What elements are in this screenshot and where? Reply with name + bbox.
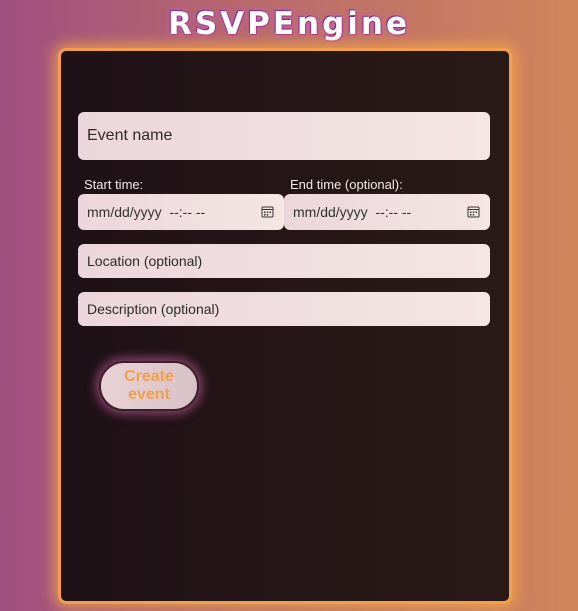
calendar-icon[interactable]: [261, 205, 274, 218]
calendar-icon[interactable]: [467, 205, 480, 218]
end-time-input[interactable]: mm/dd/yyyy --:-- --: [284, 194, 490, 230]
create-event-card: Event name Start time: End time (optiona…: [58, 48, 512, 604]
app-title: RSVPEngine: [167, 6, 411, 42]
end-time-label: End time (optional):: [290, 177, 403, 192]
event-name-input[interactable]: Event name: [78, 112, 490, 160]
description-input[interactable]: Description (optional): [78, 292, 490, 326]
start-time-input[interactable]: mm/dd/yyyy --:-- --: [78, 194, 284, 230]
location-input[interactable]: Location (optional): [78, 244, 490, 278]
create-event-button[interactable]: Create event: [99, 361, 199, 411]
start-time-value: mm/dd/yyyy --:-- --: [87, 204, 206, 220]
end-time-value: mm/dd/yyyy --:-- --: [293, 204, 412, 220]
start-time-label: Start time:: [84, 177, 144, 192]
